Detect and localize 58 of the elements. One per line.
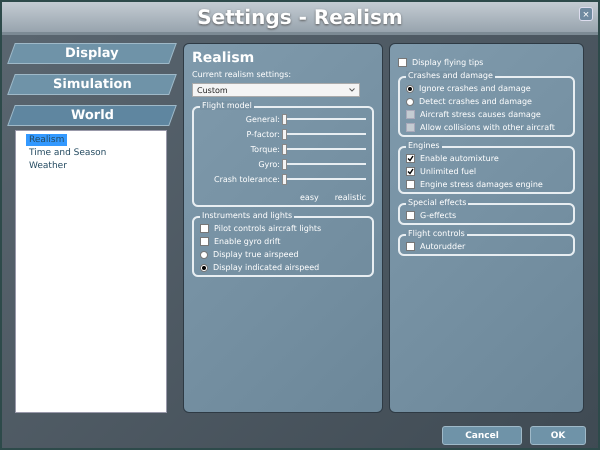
ok-button[interactable]: OK (530, 426, 586, 445)
slider-thumb[interactable] (282, 159, 287, 170)
scale-label: easy (300, 193, 319, 202)
window-title: Settings - Realism (197, 5, 403, 29)
option-label: Display true airspeed (213, 250, 299, 259)
slider-label: P-factor: (245, 130, 280, 139)
option-label: Autorudder (420, 242, 466, 251)
category-tab[interactable]: Simulation (7, 74, 177, 95)
preset-dropdown[interactable]: Custom (192, 83, 360, 97)
group-title: Instruments and lights (200, 211, 294, 220)
option-label: Enable automixture (420, 154, 499, 163)
slider-label: Crash tolerance: (212, 175, 280, 184)
caret-icon (349, 88, 355, 92)
option-label: Allow collisions with other aircraft (420, 123, 555, 132)
checkbox[interactable] (200, 224, 209, 233)
list-item[interactable]: Time and Season (26, 147, 110, 159)
group-title: Engines (406, 141, 442, 150)
radio-button[interactable] (406, 84, 414, 92)
category-tab[interactable]: World (7, 105, 177, 126)
option-label: Enable gyro drift (214, 237, 281, 246)
checkbox[interactable] (406, 211, 415, 220)
scale-label: realistic (334, 193, 366, 202)
radio-button[interactable] (200, 264, 208, 272)
slider-label: Torque: (250, 145, 280, 154)
category-tab[interactable]: Display (7, 43, 177, 64)
slider-thumb[interactable] (282, 144, 287, 155)
option-label: Aircraft stress causes damage (420, 110, 541, 119)
checkbox[interactable] (200, 237, 209, 246)
slider-thumb[interactable] (282, 129, 287, 140)
checkbox[interactable] (406, 154, 415, 163)
group-title: Flight controls (406, 229, 467, 238)
option-label: Detect crashes and damage (419, 97, 532, 106)
checkbox[interactable] (406, 167, 415, 176)
option-label: Unlimited fuel (420, 167, 476, 176)
option-label: Ignore crashes and damage (419, 84, 531, 93)
radio-button[interactable] (200, 250, 208, 258)
slider-thumb[interactable] (282, 174, 287, 185)
option-label: G-effects (420, 211, 456, 220)
option-label: Engine stress damages engine (420, 180, 543, 189)
list-item[interactable]: Realism (26, 134, 68, 146)
close-button[interactable]: × (579, 7, 593, 21)
cancel-button[interactable]: Cancel (442, 426, 522, 445)
group-title: Flight model (200, 101, 254, 110)
option-label: Display indicated airspeed (213, 263, 320, 272)
group-title: Crashes and damage (406, 71, 495, 80)
field-label: Current realism settings: (192, 70, 292, 79)
checkbox[interactable] (398, 58, 407, 67)
slider-label: General: (244, 115, 280, 124)
option-label: Display flying tips (412, 58, 484, 67)
checkbox[interactable] (406, 180, 415, 189)
list-item[interactable]: Weather (26, 160, 70, 172)
checkbox[interactable] (406, 242, 415, 251)
panel-heading: Realism (192, 50, 256, 66)
option-label: Pilot controls aircraft lights (214, 224, 322, 233)
slider-label: Gyro: (257, 160, 280, 169)
radio-button[interactable] (406, 98, 414, 106)
group-title: Special effects (406, 198, 468, 207)
slider-thumb[interactable] (282, 114, 287, 125)
